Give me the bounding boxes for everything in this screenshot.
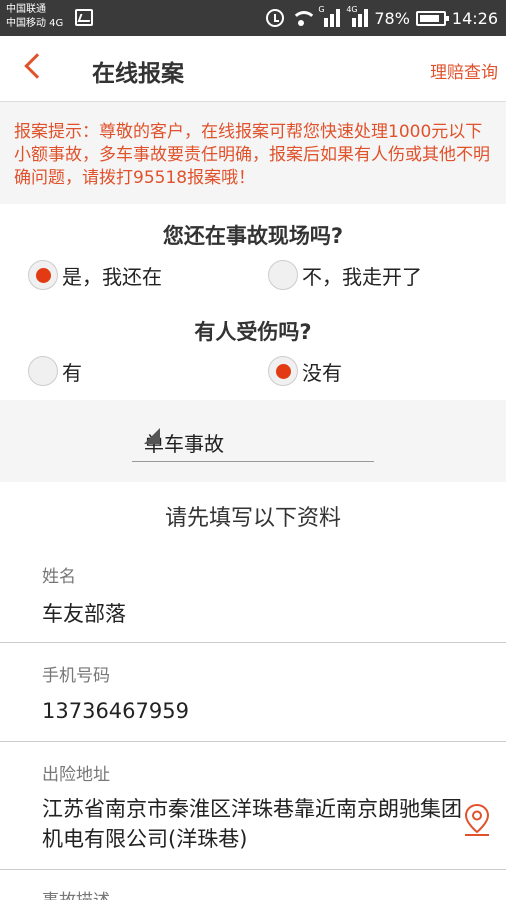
accident-type-select[interactable]: 单车事故 — [132, 422, 374, 462]
address-field[interactable]: 出险地址 江苏省南京市秦淮区洋珠巷靠近南京朗驰集团机电有限公司(洋珠巷) — [0, 742, 506, 870]
location-pin-icon[interactable] — [462, 802, 492, 838]
signal-1-icon: G — [318, 5, 341, 27]
network-g-label: G — [318, 5, 325, 14]
battery-icon — [415, 10, 449, 26]
notice-banner: 报案提示：尊敬的客户，在线报案可帮您快速处理1000元以下小额事故，多车事故要责… — [0, 103, 506, 204]
name-input[interactable]: 车友部落 — [42, 598, 126, 628]
form-header: 请先填写以下资料 — [0, 482, 506, 548]
name-field[interactable]: 姓名 车友部落 — [0, 548, 506, 643]
carrier-2: 中国移动 4G — [6, 18, 64, 29]
address-label: 出险地址 — [42, 765, 110, 785]
gallery-notification-icon — [75, 9, 93, 26]
dropdown-corner-icon — [144, 428, 160, 444]
alarm-icon — [266, 9, 285, 27]
radio-checked-icon[interactable] — [28, 260, 58, 290]
phone-input[interactable]: 13736467959 — [42, 699, 189, 723]
option-injured-no[interactable]: 没有 — [268, 356, 342, 386]
option-label: 是，我还在 — [62, 264, 162, 289]
option-label: 没有 — [302, 360, 342, 385]
option-label: 有 — [62, 360, 82, 385]
wifi-icon — [290, 9, 318, 27]
option-left-scene[interactable]: 不，我走开了 — [268, 260, 422, 290]
name-label: 姓名 — [42, 567, 76, 587]
clock: 14:26 — [451, 8, 498, 28]
description-field[interactable]: 事故描述 — [0, 870, 506, 900]
address-input[interactable]: 江苏省南京市秦淮区洋珠巷靠近南京朗驰集团机电有限公司(洋珠巷) — [42, 794, 462, 854]
option-still-here[interactable]: 是，我还在 — [28, 260, 162, 290]
radio-unchecked-icon[interactable] — [268, 260, 298, 290]
option-label: 不，我走开了 — [302, 264, 422, 289]
back-button[interactable] — [16, 50, 52, 86]
option-group: 是，我还在 不，我走开了 — [0, 260, 506, 300]
description-label: 事故描述 — [42, 886, 110, 900]
page-title: 在线报案 — [92, 61, 184, 87]
chevron-left-icon — [24, 53, 50, 79]
question-title: 有人受伤吗? — [194, 320, 312, 344]
radio-unchecked-icon[interactable] — [28, 356, 58, 386]
question-at-scene: 您还在事故现场吗? 是，我还在 不，我走开了 — [0, 204, 506, 304]
option-group: 有 没有 — [0, 356, 506, 396]
carrier-info: 中国联通 中国移动 4G — [6, 3, 63, 31]
option-injured-yes[interactable]: 有 — [28, 356, 82, 386]
phone-field[interactable]: 手机号码 13736467959 — [0, 643, 506, 742]
network-4g-label: 4G — [346, 5, 358, 14]
nav-bar: 在线报案 理赔查询 — [0, 36, 506, 102]
question-title: 您还在事故现场吗? — [162, 224, 344, 248]
phone-label: 手机号码 — [42, 666, 110, 686]
carrier-1: 中国联通 — [6, 4, 46, 15]
radio-checked-icon[interactable] — [268, 356, 298, 386]
status-bar: 中国联通 中国移动 4G G 4G 78% 14:26 — [0, 0, 506, 36]
battery-percent: 78% — [374, 8, 410, 28]
accident-type-area: 单车事故 — [0, 400, 506, 482]
claim-query-link[interactable]: 理赔查询 — [430, 58, 498, 83]
status-right: G 4G 78% 14:26 — [266, 0, 498, 36]
question-injury: 有人受伤吗? 有 没有 — [0, 304, 506, 400]
signal-2-icon: 4G — [346, 5, 369, 27]
